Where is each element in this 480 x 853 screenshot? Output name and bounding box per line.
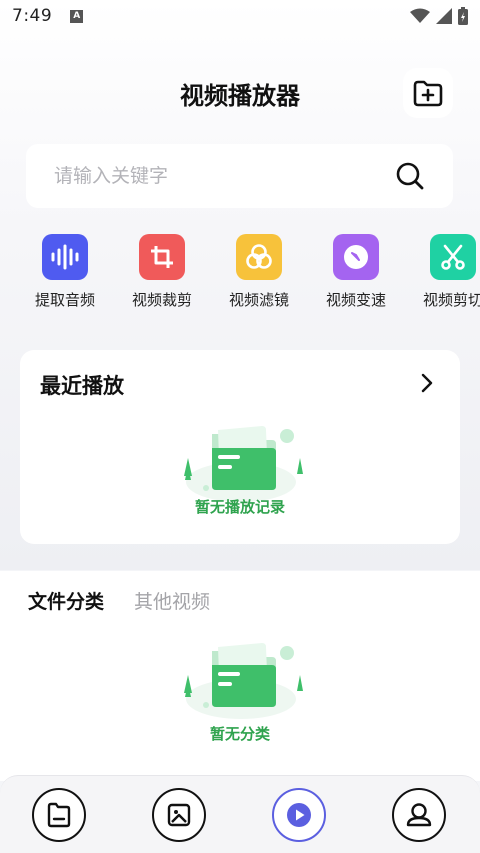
- tools-row: 提取音频 视频裁剪 视频滤镜 视频变速 视频剪切: [0, 234, 480, 314]
- play-icon: [287, 803, 311, 827]
- tab-other-videos[interactable]: 其他视频: [134, 587, 210, 614]
- recent-empty-text: 暂无播放记录: [194, 498, 285, 516]
- folder-plus-icon: [413, 80, 443, 107]
- chevron-right-icon[interactable]: [418, 372, 436, 394]
- category-panel: 文件分类 其他视频 暂无分类: [0, 571, 480, 781]
- status-time: 7:49: [12, 6, 53, 26]
- category-empty-text: 暂无分类: [209, 725, 270, 743]
- tool-video-speed[interactable]: 视频变速: [316, 234, 396, 310]
- recent-card: 最近播放 暂无播放记录: [20, 350, 460, 544]
- bottom-nav: [0, 775, 480, 853]
- recent-title: 最近播放: [40, 374, 124, 398]
- tool-label: 提取音频: [34, 291, 95, 309]
- tab-file-category[interactable]: 文件分类: [28, 587, 104, 614]
- nav-player[interactable]: [272, 788, 326, 842]
- search-icon[interactable]: [395, 161, 425, 191]
- tool-label: 视频变速: [325, 291, 386, 309]
- status-icons: [410, 7, 468, 25]
- folder-icon: [47, 802, 71, 828]
- tool-video-cut[interactable]: 视频剪切: [413, 234, 480, 310]
- nav-images[interactable]: [152, 788, 206, 842]
- tool-label: 视频裁剪: [131, 291, 192, 309]
- tool-video-filter[interactable]: 视频滤镜: [219, 234, 299, 310]
- crop-icon: [139, 234, 185, 280]
- filter-icon: [236, 234, 282, 280]
- audio-wave-icon: [42, 234, 88, 280]
- speed-icon: [333, 234, 379, 280]
- add-folder-button[interactable]: [403, 68, 453, 118]
- status-bar: 7:49 A: [0, 0, 480, 32]
- search-bar[interactable]: [26, 144, 453, 208]
- battery-icon: [458, 7, 468, 25]
- signal-icon: [436, 8, 452, 24]
- wifi-icon: [410, 8, 430, 23]
- tool-extract-audio[interactable]: 提取音频: [25, 234, 105, 310]
- empty-folder-icon: [184, 426, 303, 502]
- nav-profile[interactable]: [392, 788, 446, 842]
- tool-label: 视频剪切: [422, 291, 480, 309]
- nav-files[interactable]: [32, 788, 86, 842]
- tool-video-crop[interactable]: 视频裁剪: [122, 234, 202, 310]
- scissors-icon: [430, 234, 476, 280]
- status-notification-icon: A: [70, 9, 84, 23]
- tool-label: 视频滤镜: [228, 291, 289, 309]
- image-icon: [167, 803, 191, 827]
- user-icon: [406, 803, 432, 827]
- search-input[interactable]: [54, 165, 395, 187]
- empty-folder-icon: [184, 643, 303, 719]
